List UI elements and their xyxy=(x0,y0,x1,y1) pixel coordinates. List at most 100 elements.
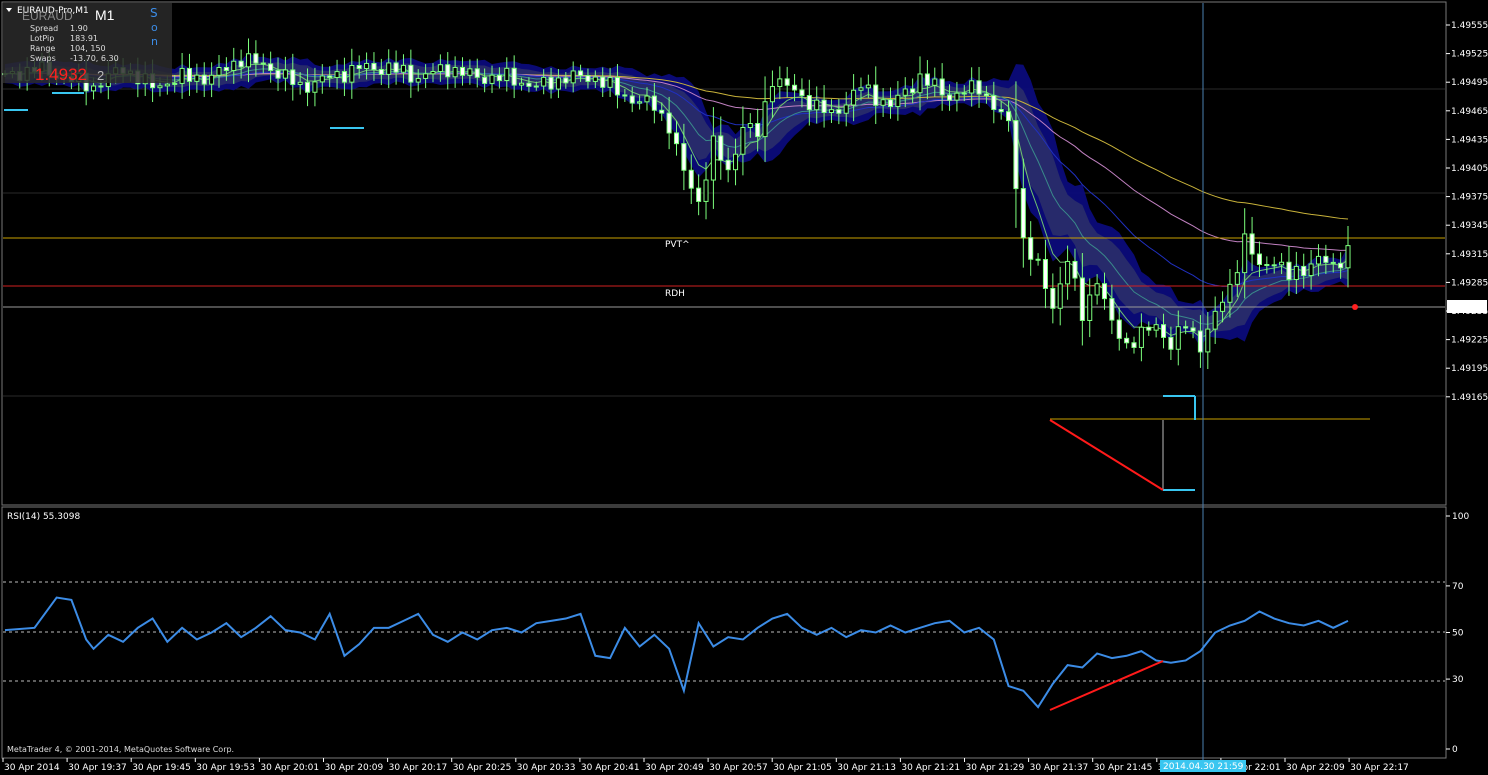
candle-bull xyxy=(194,74,200,82)
candle-bull xyxy=(895,94,901,108)
candle-bull xyxy=(954,92,960,101)
vertical-letter-s: S xyxy=(150,6,158,20)
candle-bear xyxy=(1249,233,1255,255)
candle-bear xyxy=(666,112,672,134)
candle-bull xyxy=(282,69,288,79)
candle-bull xyxy=(917,73,923,94)
candle-bear xyxy=(290,69,296,85)
candle-bull xyxy=(386,62,392,75)
candle-bear xyxy=(1330,261,1336,264)
price-tick-label: 1.49375 xyxy=(1451,193,1488,203)
candle-bear xyxy=(887,99,894,108)
candle-bear xyxy=(1050,287,1056,309)
candle-bear xyxy=(1013,120,1019,190)
candle-bear xyxy=(976,80,982,95)
candle-bull xyxy=(592,76,598,82)
candle-bull xyxy=(814,99,820,111)
copyright: MetaTrader 4, © 2001-2014, MetaQuotes So… xyxy=(7,745,234,754)
candle-bear xyxy=(1079,277,1085,321)
candle-bear xyxy=(836,109,842,114)
candle-bear xyxy=(1338,262,1344,269)
candle-bull xyxy=(1205,328,1211,353)
swaps-value: -13.70, 6.30 xyxy=(70,54,119,63)
candle-bull xyxy=(364,62,370,70)
candle-bear xyxy=(792,84,798,91)
candle-bear xyxy=(1101,283,1108,300)
candle-bull xyxy=(762,101,768,138)
spread-value: 1.90 xyxy=(70,24,88,33)
candle-bear xyxy=(983,93,989,97)
candle-bear xyxy=(696,187,702,202)
candle-bear xyxy=(585,75,591,82)
price-tick-label: 1.49405 xyxy=(1451,164,1488,174)
candle-bear xyxy=(1146,326,1152,331)
range-label: Range xyxy=(30,44,55,53)
price-tick-label: 1.49165 xyxy=(1451,393,1488,403)
candle-bear xyxy=(939,78,945,96)
current-price-dot xyxy=(1352,304,1358,310)
time-tick-label: 30 Apr 22:17 xyxy=(1350,763,1409,773)
candle-bull xyxy=(157,85,163,89)
candle-bull xyxy=(164,83,170,87)
current-price-tag-text: 1.49322 xyxy=(1450,303,1487,313)
rsi-tick-label: 0 xyxy=(1452,745,1458,755)
price-tick-label: 1.49195 xyxy=(1451,364,1488,374)
candle-bear xyxy=(327,75,333,79)
candle-bull xyxy=(1065,260,1071,285)
candle-bear xyxy=(1301,265,1307,277)
candle-bull xyxy=(858,87,864,91)
candle-bull xyxy=(777,78,783,88)
candle-bull xyxy=(828,109,834,113)
candle-bull xyxy=(961,92,967,95)
lotpip-value: 183.91 xyxy=(70,34,98,43)
candle-bull xyxy=(1308,263,1314,277)
time-tick-label: 30 Apr 21:05 xyxy=(773,763,832,773)
candle-bull xyxy=(932,78,938,86)
time-tick-label: 30 Apr 20:49 xyxy=(645,763,704,773)
candle-bull xyxy=(1220,301,1226,312)
candle-bull xyxy=(430,70,436,75)
time-tick-label: 30 Apr 19:45 xyxy=(132,763,191,773)
candle-bull xyxy=(179,67,185,84)
candle-bear xyxy=(1042,259,1048,289)
candle-bear xyxy=(784,78,790,86)
candle-bear xyxy=(1183,326,1189,329)
candle-bear xyxy=(821,99,827,113)
candle-bull xyxy=(312,81,318,93)
symbol-ghost: EURAUD xyxy=(22,9,73,23)
candle-bull xyxy=(1153,324,1159,331)
candle-bear xyxy=(910,88,916,94)
rsi-tick-label: 30 xyxy=(1452,675,1464,685)
candle-bull xyxy=(231,60,237,71)
candle-bull xyxy=(769,86,775,103)
time-tick-label: 30 Apr 20:41 xyxy=(581,763,640,773)
candle-bear xyxy=(806,95,812,111)
candle-bear xyxy=(496,74,502,81)
time-tick-label: 30 Apr 21:21 xyxy=(901,763,960,773)
price-tick-label: 1.49285 xyxy=(1451,278,1488,288)
time-tick-label: 30 Apr 21:45 xyxy=(1094,763,1153,773)
candle-bear xyxy=(673,132,680,145)
rsi-title: RSI(14) 55.3098 xyxy=(7,512,80,522)
price-tick-label: 1.49345 xyxy=(1451,221,1488,231)
chart-canvas[interactable]: PVT^ RDH 1.495551.495251.494951.494651.4… xyxy=(0,0,1488,775)
candle-bull xyxy=(349,64,355,83)
candle-bull xyxy=(452,66,458,78)
candle-bull xyxy=(703,179,709,202)
rsi-tick-label: 70 xyxy=(1452,582,1464,592)
candle-bull xyxy=(969,80,975,94)
candle-bull xyxy=(607,77,613,88)
candle-bull xyxy=(541,76,547,87)
candle-bear xyxy=(924,73,930,86)
candle-bear xyxy=(1160,324,1167,338)
spread-label: Spread xyxy=(30,24,58,33)
candle-bear xyxy=(371,62,377,71)
time-tick-label: 30 Apr 21:37 xyxy=(1030,763,1089,773)
range-value: 104, 150 xyxy=(70,44,106,53)
candle-bull xyxy=(1315,255,1322,265)
candle-bear xyxy=(1197,330,1203,353)
candle-bear xyxy=(1286,261,1292,280)
candle-bull xyxy=(747,123,753,129)
candle-bear xyxy=(1190,327,1196,332)
candle-bear xyxy=(305,81,311,93)
